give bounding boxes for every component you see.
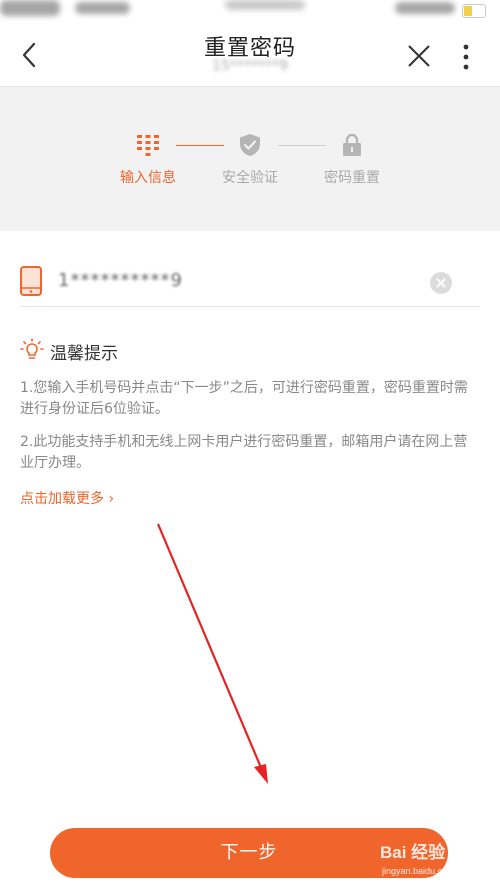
baidu-watermark: Bai 经验 [380,843,446,862]
obscured-status-info [225,0,305,10]
obscured-status-info [395,2,455,14]
more-options-icon[interactable] [456,42,476,72]
obscured-status-info [75,2,130,14]
step-label: 输入信息 [120,170,176,186]
step-progress: 输入信息 安全验证 密码重置 [0,86,500,231]
baidu-watermark-url: jingyan.baidu.com [382,866,455,876]
mobile-phone-icon [20,266,42,296]
lightbulb-icon [20,338,44,359]
battery-icon [462,4,486,18]
lock-icon [343,133,361,156]
status-bar [0,0,500,24]
top-nav-bar: 重置密码 15*******9 [0,24,500,86]
step-connector [176,145,224,146]
obscured-status-info [0,0,60,16]
tip-item: 2.此功能支持手机和无线上网卡用户进行密码重置，邮箱用户请在网上营业厅办理。 [20,434,468,471]
step-label: 安全验证 [222,170,278,186]
step-label: 密码重置 [324,170,380,186]
clear-input-icon[interactable] [430,272,452,294]
phone-number-value[interactable]: 1**********9 [58,270,183,291]
load-more-link[interactable]: 点击加载更多 › [20,488,114,508]
shield-check-icon [240,134,260,156]
tips-title: 温馨提示 [50,344,118,364]
tips-header: 温馨提示 [20,336,480,364]
close-icon[interactable] [405,42,433,70]
tip-item: 1.您输入手机号码并点击“下一步”之后，可进行密码重置，密码重置时需进行身份证后… [20,380,468,417]
step-connector [278,145,326,146]
tips-section: 温馨提示 1.您输入手机号码并点击“下一步”之后，可进行密码重置，密码重置时需进… [20,336,480,507]
keypad-icon [137,135,159,156]
phone-number-field[interactable]: 1**********9 [20,252,480,307]
